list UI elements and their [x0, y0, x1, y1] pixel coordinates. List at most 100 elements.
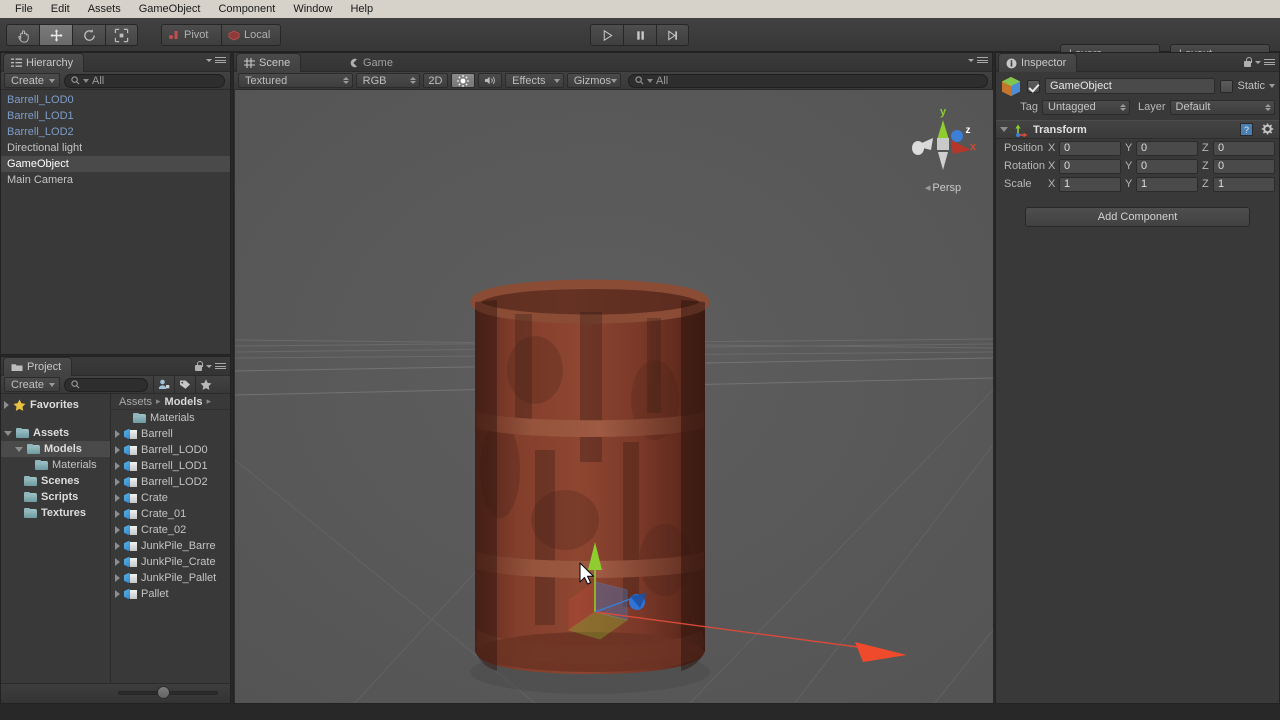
add-component-button[interactable]: Add Component [1025, 207, 1250, 227]
chevron-down-icon[interactable] [1269, 84, 1275, 88]
disclosure-icon[interactable] [115, 446, 120, 454]
lock-icon[interactable] [1243, 57, 1252, 67]
asset-row[interactable]: Crate [111, 490, 230, 506]
slider-knob[interactable] [157, 686, 170, 699]
asset-row[interactable]: Barrell_LOD0 [111, 442, 230, 458]
enabled-checkbox[interactable] [1027, 79, 1040, 93]
disclosure-icon[interactable] [115, 462, 120, 470]
inspector-options[interactable] [1243, 57, 1275, 67]
project-create-button[interactable]: Create [4, 377, 61, 392]
hierarchy-item[interactable]: Directional light [1, 140, 230, 156]
menu-file[interactable]: File [6, 1, 42, 17]
scale-x-field[interactable]: 1 [1059, 176, 1121, 192]
scene-axis-gizmo[interactable]: y x z ◂ Persp [907, 98, 979, 194]
disclosure-icon[interactable] [1000, 127, 1008, 132]
filter-favorites-button[interactable] [195, 376, 216, 393]
hierarchy-item[interactable]: Barrell_LOD0 [1, 92, 230, 108]
scene-search-input[interactable]: All [628, 73, 988, 88]
lock-icon[interactable] [194, 361, 203, 371]
project-tree-item[interactable]: Scenes [1, 473, 110, 489]
disclosure-icon[interactable] [115, 510, 120, 518]
static-toggle-group[interactable]: Static [1220, 79, 1275, 93]
scene-viewport[interactable]: y x z ◂ Persp [235, 90, 993, 703]
asset-row[interactable]: Pallet [111, 586, 230, 602]
layer-dropdown[interactable]: Default [1169, 99, 1275, 115]
tab-project[interactable]: Project [3, 357, 73, 376]
favorites-row[interactable]: Favorites [1, 397, 110, 413]
play-button[interactable] [590, 24, 623, 46]
breadcrumb-assets[interactable]: Assets [119, 396, 152, 408]
color-mode-dropdown[interactable]: RGB [355, 73, 420, 88]
space-toggle[interactable]: Local [221, 24, 281, 46]
disclosure-icon[interactable] [115, 430, 120, 438]
position-x-field[interactable]: 0 [1059, 140, 1121, 156]
gizmos-dropdown[interactable]: Gizmos [566, 73, 621, 88]
asset-row[interactable]: Crate_02 [111, 522, 230, 538]
disclosure-icon[interactable] [115, 542, 120, 550]
disclosure-icon[interactable] [115, 478, 120, 486]
hierarchy-item[interactable]: Barrell_LOD2 [1, 124, 230, 140]
project-options[interactable] [194, 361, 226, 371]
menu-component[interactable]: Component [209, 1, 284, 17]
hierarchy-search-input[interactable]: All [64, 73, 225, 88]
hierarchy-create-button[interactable]: Create [4, 73, 61, 88]
scale-z-field[interactable]: 1 [1213, 176, 1275, 192]
project-tree-item[interactable]: Assets [1, 425, 110, 441]
disclosure-icon[interactable] [115, 574, 120, 582]
asset-row[interactable]: JunkPile_Pallet [111, 570, 230, 586]
project-tree-item[interactable]: Materials [1, 457, 110, 473]
tag-dropdown[interactable]: Untagged [1042, 99, 1130, 115]
rotate-tool-button[interactable] [72, 24, 105, 46]
draw-mode-dropdown[interactable]: Textured [238, 73, 353, 88]
rotation-y-field[interactable]: 0 [1136, 158, 1198, 174]
disclosure-icon[interactable] [115, 558, 120, 566]
help-book-icon[interactable]: ? [1240, 123, 1253, 136]
position-z-field[interactable]: 0 [1213, 140, 1275, 156]
hierarchy-item[interactable]: GameObject [1, 156, 230, 172]
pause-button[interactable] [623, 24, 656, 46]
asset-row[interactable]: JunkPile_Barre [111, 538, 230, 554]
project-tree-item[interactable]: Textures [1, 505, 110, 521]
disclosure-icon[interactable] [115, 526, 120, 534]
scale-tool-button[interactable] [105, 24, 138, 46]
static-checkbox[interactable] [1220, 79, 1234, 93]
hierarchy-item[interactable]: Main Camera [1, 172, 230, 188]
toggle-audio-button[interactable] [477, 73, 503, 88]
menu-edit[interactable]: Edit [42, 1, 79, 17]
disclosure-icon[interactable] [115, 494, 120, 502]
asset-row[interactable]: Barrell_LOD1 [111, 458, 230, 474]
asset-row[interactable]: Barrell_LOD2 [111, 474, 230, 490]
project-tree-item[interactable]: Models [1, 441, 110, 457]
step-button[interactable] [656, 24, 689, 46]
filter-by-type-button[interactable] [153, 376, 174, 393]
menu-help[interactable]: Help [341, 1, 382, 17]
hierarchy-item[interactable]: Barrell_LOD1 [1, 108, 230, 124]
menu-assets[interactable]: Assets [79, 1, 130, 17]
menu-window[interactable]: Window [284, 1, 341, 17]
breadcrumb-models[interactable]: Models [165, 396, 203, 408]
disclosure-icon[interactable] [4, 401, 9, 409]
gear-icon[interactable] [1261, 123, 1275, 136]
toggle-lighting-button[interactable] [450, 73, 475, 88]
project-zoom-slider[interactable] [1, 683, 230, 703]
asset-row[interactable]: JunkPile_Crate [111, 554, 230, 570]
transform-component-header[interactable]: Transform ? [996, 120, 1279, 139]
position-y-field[interactable]: 0 [1136, 140, 1198, 156]
projection-mode-label[interactable]: ◂ Persp [907, 181, 979, 194]
hand-tool-button[interactable] [6, 24, 39, 46]
tab-hierarchy[interactable]: Hierarchy [3, 53, 85, 72]
menu-gameobject[interactable]: GameObject [130, 1, 210, 17]
scale-y-field[interactable]: 1 [1136, 176, 1198, 192]
project-tree-item[interactable]: Scripts [1, 489, 110, 505]
rotation-x-field[interactable]: 0 [1059, 158, 1121, 174]
move-tool-button[interactable] [39, 24, 72, 46]
disclosure-icon[interactable] [15, 446, 23, 452]
tab-scene[interactable]: Scene [236, 53, 302, 72]
project-search-input[interactable] [64, 377, 149, 392]
rotation-z-field[interactable]: 0 [1213, 158, 1275, 174]
filter-by-label-button[interactable] [174, 376, 195, 393]
tab-inspector[interactable]: Inspector [998, 53, 1078, 72]
object-name-field[interactable]: GameObject [1045, 78, 1216, 94]
disclosure-icon[interactable] [4, 430, 12, 436]
asset-row[interactable]: Crate_01 [111, 506, 230, 522]
